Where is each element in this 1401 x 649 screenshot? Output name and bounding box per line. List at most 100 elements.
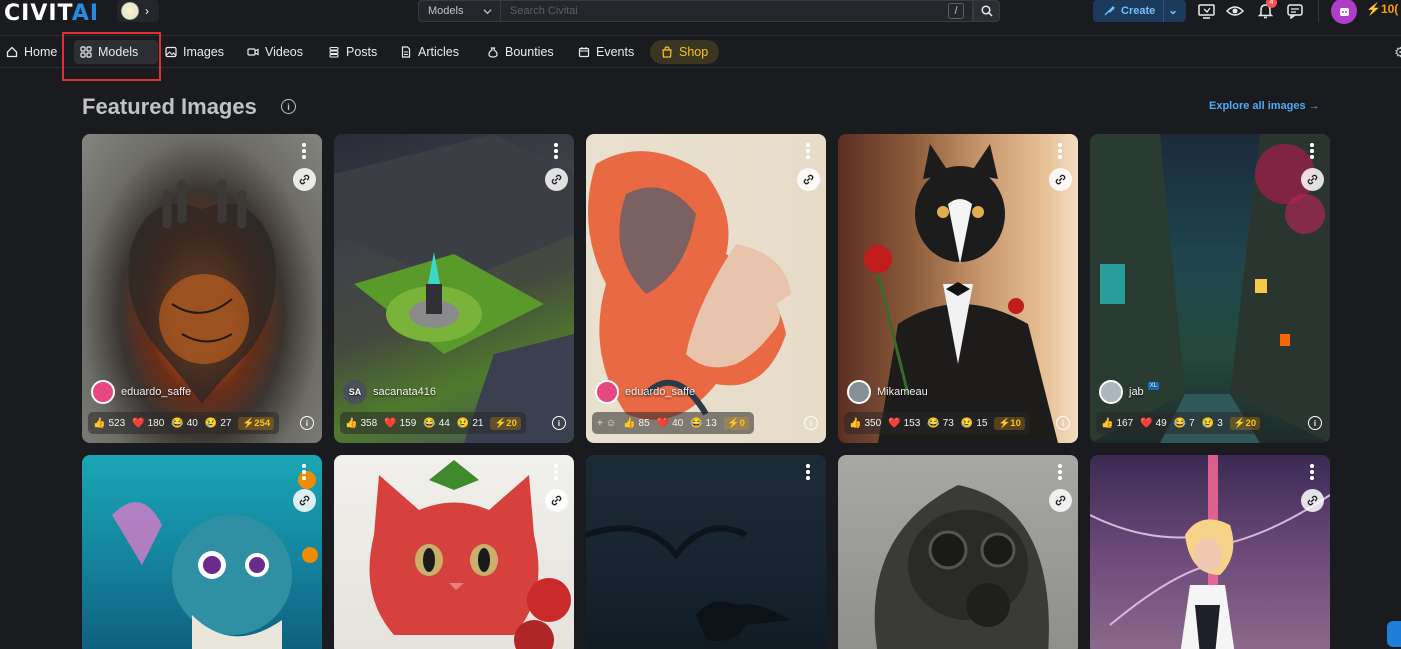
nav-item-videos[interactable]: Videos xyxy=(241,40,309,64)
link-icon[interactable] xyxy=(293,489,316,512)
link-icon[interactable] xyxy=(545,489,568,512)
add-reaction-button[interactable]: + ☺ xyxy=(597,418,616,429)
flower-icon xyxy=(121,2,139,20)
user-avatar[interactable] xyxy=(1331,0,1357,24)
image-card[interactable] xyxy=(82,455,322,649)
image-card[interactable]: eduardo_saffe 👍 523 ❤️ 180 😂 40 😢 27 ⚡254 i xyxy=(82,134,322,443)
create-button[interactable]: Create ⌄ xyxy=(1093,0,1186,22)
laugh-reaction[interactable]: 😂 73 xyxy=(927,418,954,429)
image-card[interactable]: Mikameau 👍 350 ❤️ 153 😂 73 😢 15 ⚡10 i xyxy=(838,134,1078,443)
buzz-count: 254 xyxy=(254,417,271,429)
like-reaction[interactable]: 👍 523 xyxy=(93,418,125,429)
card-menu-button[interactable] xyxy=(1052,463,1068,481)
settings-icon[interactable]: ⚙ xyxy=(1394,44,1401,61)
laugh-reaction[interactable]: 😂 13 xyxy=(690,418,717,429)
card-user[interactable]: Mikameau xyxy=(847,380,928,404)
heart-reaction[interactable]: ❤️ 40 xyxy=(657,418,684,429)
image-card[interactable] xyxy=(334,455,574,649)
card-menu-button[interactable] xyxy=(800,142,816,160)
link-icon[interactable] xyxy=(1301,168,1324,191)
monitor-icon[interactable] xyxy=(1196,1,1216,21)
card-user[interactable]: SA sacanata416 xyxy=(343,380,436,404)
stack-icon xyxy=(329,46,339,58)
image-card[interactable] xyxy=(1090,455,1330,649)
link-icon[interactable] xyxy=(797,168,820,191)
card-user[interactable]: eduardo_saffe xyxy=(595,380,695,404)
nav-item-images[interactable]: Images xyxy=(159,40,230,64)
buzz-tip-badge[interactable]: ⚡254 xyxy=(238,416,275,430)
info-icon[interactable]: i xyxy=(1056,416,1070,430)
search-button[interactable] xyxy=(973,0,1000,22)
info-icon[interactable]: i xyxy=(300,416,314,430)
civitai-logo[interactable]: CIVITAI xyxy=(4,1,99,26)
like-reaction[interactable]: 👍 167 xyxy=(1101,418,1133,429)
card-menu-button[interactable] xyxy=(1304,463,1320,481)
info-icon[interactable]: i xyxy=(281,99,296,114)
image-card[interactable] xyxy=(838,455,1078,649)
eye-filter-icon[interactable] xyxy=(1225,1,1245,21)
buzz-tip-badge[interactable]: ⚡0 xyxy=(723,416,749,430)
buzz-tip-badge[interactable]: ⚡20 xyxy=(490,416,521,430)
image-card[interactable]: jab XL 👍 167 ❤️ 49 😂 7 😢 3 ⚡20 i xyxy=(1090,134,1330,443)
logo-badge-button[interactable]: › xyxy=(117,0,159,22)
card-menu-button[interactable] xyxy=(296,463,312,481)
cry-reaction[interactable]: 😢 15 xyxy=(961,418,988,429)
image-card[interactable] xyxy=(586,455,826,649)
laugh-reaction[interactable]: 😂 7 xyxy=(1174,418,1195,429)
card-menu-button[interactable] xyxy=(800,463,816,481)
top-header: CIVITAI › Models Search Civitai / Create… xyxy=(0,0,1401,36)
like-reaction[interactable]: 👍 358 xyxy=(345,418,377,429)
page-title: Featured Images xyxy=(82,94,257,119)
reaction-bar: + ☺ 👍 85 ❤️ 40 😂 13 ⚡0 xyxy=(592,412,754,434)
card-menu-button[interactable] xyxy=(548,463,564,481)
create-label: Create xyxy=(1121,5,1156,17)
card-menu-button[interactable] xyxy=(296,142,312,160)
info-icon[interactable]: i xyxy=(804,416,818,430)
laugh-count: 44 xyxy=(438,417,450,429)
info-icon[interactable]: i xyxy=(552,416,566,430)
link-icon[interactable] xyxy=(293,168,316,191)
chevron-down-icon[interactable]: ⌄ xyxy=(1168,3,1178,17)
nav-item-bounties[interactable]: Bounties xyxy=(481,40,560,64)
card-menu-button[interactable] xyxy=(548,142,564,160)
heart-reaction[interactable]: ❤️ 159 xyxy=(384,418,416,429)
nav-item-home[interactable]: Home xyxy=(0,40,63,64)
laugh-count: 73 xyxy=(942,417,954,429)
cry-reaction[interactable]: 😢 21 xyxy=(457,418,484,429)
laugh-reaction[interactable]: 😂 40 xyxy=(171,418,198,429)
card-menu-button[interactable] xyxy=(1304,142,1320,160)
nav-item-posts[interactable]: Posts xyxy=(322,40,383,64)
laugh-reaction[interactable]: 😂 44 xyxy=(423,418,450,429)
chat-icon[interactable] xyxy=(1285,1,1305,21)
link-icon[interactable] xyxy=(1049,489,1072,512)
card-user[interactable]: jab XL xyxy=(1099,380,1160,404)
nav-item-events[interactable]: Events xyxy=(572,40,640,64)
like-reaction[interactable]: 👍 85 xyxy=(623,418,650,429)
link-icon[interactable] xyxy=(1301,489,1324,512)
search-type-select[interactable]: Models xyxy=(418,0,501,22)
link-icon[interactable] xyxy=(545,168,568,191)
heart-reaction[interactable]: ❤️ 180 xyxy=(132,418,164,429)
link-icon[interactable] xyxy=(1049,168,1072,191)
card-user[interactable]: eduardo_saffe xyxy=(91,380,191,404)
heart-reaction[interactable]: ❤️ 153 xyxy=(888,418,920,429)
card-menu-button[interactable] xyxy=(1052,142,1068,160)
nav-item-shop[interactable]: Shop xyxy=(650,40,720,64)
explore-all-images-link[interactable]: Explore all images → xyxy=(1209,100,1320,112)
search-input[interactable]: Search Civitai / xyxy=(501,0,973,22)
cry-reaction[interactable]: 😢 27 xyxy=(205,418,232,429)
cry-reaction[interactable]: 😢 3 xyxy=(1202,418,1223,429)
buzz-balance[interactable]: ⚡10( xyxy=(1366,2,1398,16)
nav-item-articles[interactable]: Articles xyxy=(394,40,465,64)
help-chat-button[interactable] xyxy=(1387,621,1401,647)
like-reaction[interactable]: 👍 350 xyxy=(849,418,881,429)
buzz-tip-badge[interactable]: ⚡20 xyxy=(1229,416,1261,430)
heart-count: 159 xyxy=(399,417,417,429)
image-card[interactable]: SA sacanata416 👍 358 ❤️ 159 😂 44 😢 21 ⚡20 i xyxy=(334,134,574,443)
image-card[interactable]: eduardo_saffe + ☺ 👍 85 ❤️ 40 😂 13 ⚡0 i xyxy=(586,134,826,443)
username: jab xyxy=(1129,386,1144,398)
info-icon[interactable]: i xyxy=(1308,416,1322,430)
buzz-tip-badge[interactable]: ⚡10 xyxy=(994,416,1025,430)
heart-reaction[interactable]: ❤️ 49 xyxy=(1140,418,1167,429)
heart-count: 49 xyxy=(1155,417,1167,429)
